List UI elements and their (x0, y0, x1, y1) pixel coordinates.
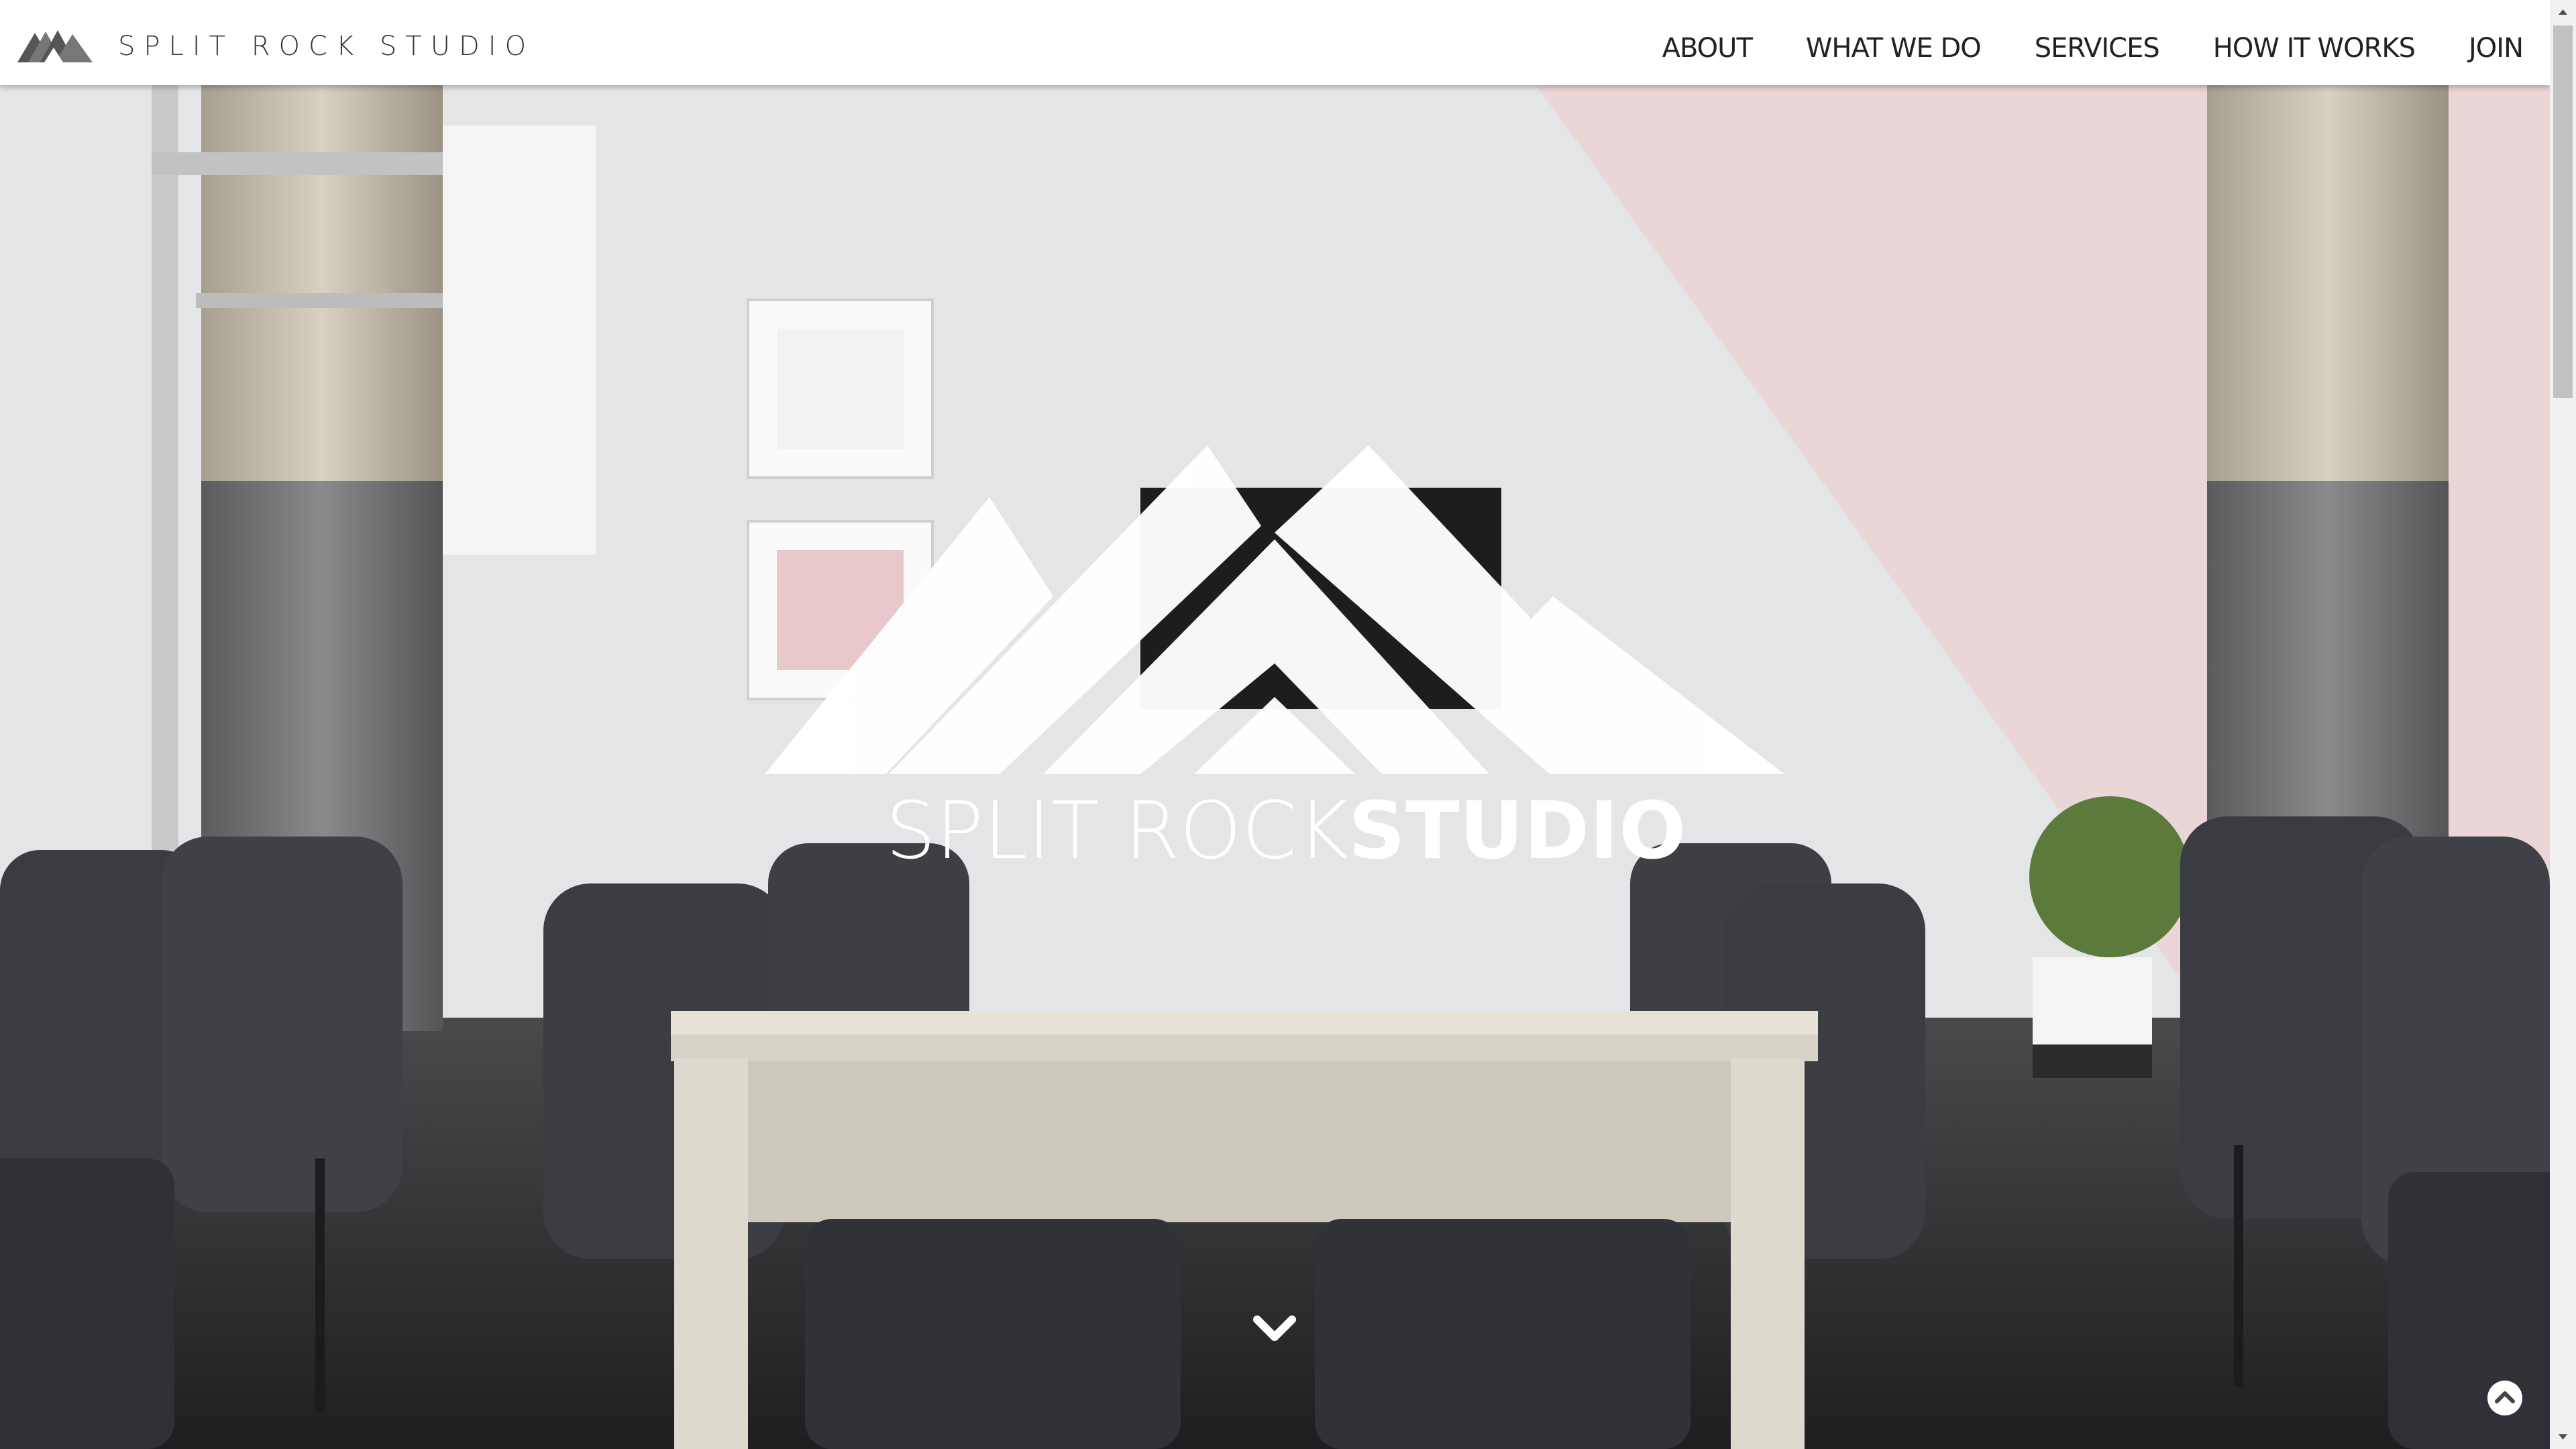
hero-section: SPLIT ROCK STUDIO (0, 85, 2550, 1449)
scrollbar-thumb[interactable] (2553, 25, 2573, 398)
nav-link-services[interactable]: SERVICES (2035, 33, 2160, 64)
chevron-down-icon[interactable] (1253, 1314, 1296, 1344)
nav-link-how-it-works[interactable]: HOW IT WORKS (2213, 33, 2416, 64)
brand-name[interactable]: SPLIT ROCK STUDIO (118, 31, 535, 62)
nav-link-join[interactable]: JOIN (2469, 33, 2524, 64)
scroll-down-arrow-icon[interactable] (2550, 1425, 2576, 1449)
scroll-up-arrow-icon[interactable] (2550, 0, 2576, 24)
mountain-logo-icon[interactable] (17, 29, 93, 62)
chevron-up-circle-icon[interactable] (2486, 1379, 2524, 1417)
nav-link-about[interactable]: ABOUT (1662, 33, 1753, 64)
main-menu: ABOUT WHAT WE DO SERVICES HOW IT WORKS J… (1609, 33, 2524, 64)
hero-title-bold: STUDIO (1348, 784, 1686, 865)
nav-link-what-we-do[interactable]: WHAT WE DO (1806, 33, 1982, 64)
page-scrollbar[interactable] (2550, 0, 2576, 1449)
studio-logo-mark: SPLIT ROCK STUDIO (765, 445, 1784, 865)
top-nav: SPLIT ROCK STUDIO ABOUT WHAT WE DO SERVI… (0, 0, 2550, 85)
hero-title-light: SPLIT ROCK (885, 784, 1349, 865)
